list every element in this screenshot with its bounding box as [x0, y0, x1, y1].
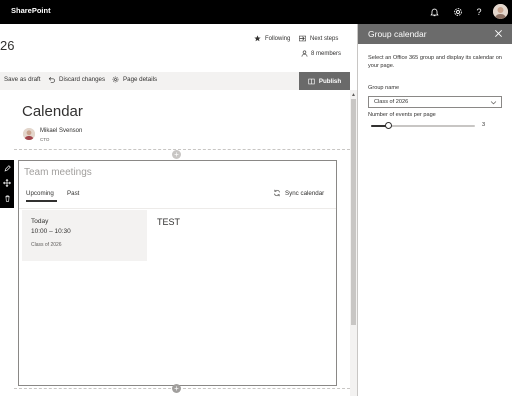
event-group: Class of 2026 [31, 242, 62, 248]
star-icon [254, 35, 261, 42]
events-per-page-label: Number of events per page [368, 112, 436, 118]
save-draft-label: Save as draft [4, 76, 41, 83]
delete-icon[interactable] [2, 192, 12, 204]
author-avatar [23, 128, 35, 140]
bell-icon[interactable] [427, 5, 441, 19]
gear-icon[interactable] [451, 5, 465, 19]
page-scrollbar[interactable]: ▲ [350, 90, 357, 396]
next-steps-button[interactable]: Next steps [299, 35, 338, 42]
close-icon[interactable] [493, 28, 504, 39]
tab-past[interactable]: Past [67, 190, 79, 197]
slider-thumb[interactable] [385, 122, 393, 129]
tabs-divider [19, 208, 336, 209]
section-divider [14, 149, 350, 150]
page-details-button[interactable]: Page details [112, 76, 157, 83]
following-label: Following [265, 35, 291, 42]
discard-changes-button[interactable]: Discard changes [48, 76, 105, 83]
group-name-dropdown[interactable]: Class of 2026 [368, 96, 502, 108]
avatar[interactable] [493, 4, 508, 19]
move-icon[interactable] [2, 177, 12, 189]
scroll-thumb[interactable] [351, 99, 356, 325]
event-time: 10:00 – 10:30 [31, 228, 71, 235]
discard-changes-label: Discard changes [59, 76, 106, 83]
gear-icon [112, 76, 119, 83]
webpart-edit-toolbar [0, 160, 14, 208]
following-button[interactable]: Following [254, 35, 290, 42]
scroll-up-icon[interactable]: ▲ [350, 92, 357, 98]
selected-tab-indicator [26, 200, 57, 202]
event-title[interactable]: TEST [157, 217, 180, 227]
sync-icon [273, 189, 281, 197]
events-per-page-slider[interactable] [371, 122, 475, 129]
group-name-value: Class of 2026 [374, 99, 409, 105]
pane-title: Group calendar [368, 29, 427, 39]
add-webpart-top-icon[interactable]: + [172, 150, 181, 159]
events-per-page-value: 3 [482, 122, 486, 128]
edit-icon[interactable] [2, 162, 12, 174]
group-calendar-webpart[interactable]: Team meetings Upcoming Past Sync calenda… [18, 160, 337, 386]
add-webpart-bottom-icon[interactable]: + [172, 384, 181, 393]
person-icon [301, 50, 308, 57]
pane-header: Group calendar [358, 24, 512, 44]
command-bar: Save as draft Discard changes Page detai… [0, 72, 350, 90]
discard-icon [48, 76, 55, 83]
author-name: Mikael Svenson [40, 128, 83, 134]
page-title[interactable]: Calendar [22, 103, 83, 120]
group-name-label: Group name [368, 85, 400, 91]
section-divider-bottom [14, 388, 350, 389]
flag-icon [299, 35, 306, 42]
members-button[interactable]: 8 members [301, 50, 341, 57]
app-brand[interactable]: SharePoint [11, 6, 51, 15]
save-draft-button[interactable]: Save as draft [4, 76, 40, 83]
sync-calendar-button[interactable]: Sync calendar [273, 189, 324, 197]
page-canvas: 26 Following Next steps 8 members Save a… [0, 24, 357, 396]
pane-description: Select an Office 365 group and display i… [368, 55, 502, 69]
help-icon[interactable]: ? [472, 5, 486, 19]
event-date-card[interactable]: Today 10:00 – 10:30 Class of 2026 [22, 210, 147, 261]
author-role: CTO [40, 137, 50, 142]
webpart-title-input[interactable]: Team meetings [24, 167, 92, 178]
page-details-label: Page details [123, 76, 158, 83]
members-label: 8 members [311, 50, 342, 57]
suite-bar: SharePoint ? [0, 0, 512, 24]
property-pane: Group calendar Select an Office 365 grou… [357, 24, 512, 396]
event-day: Today [31, 218, 49, 225]
book-icon [308, 78, 315, 85]
sync-calendar-label: Sync calendar [285, 189, 325, 197]
publish-button[interactable]: Publish [299, 72, 350, 90]
chevron-down-icon [490, 99, 497, 106]
next-steps-label: Next steps [310, 35, 339, 42]
site-title-fragment: 26 [0, 38, 15, 53]
tab-upcoming[interactable]: Upcoming [26, 190, 54, 197]
publish-label: Publish [318, 77, 342, 85]
